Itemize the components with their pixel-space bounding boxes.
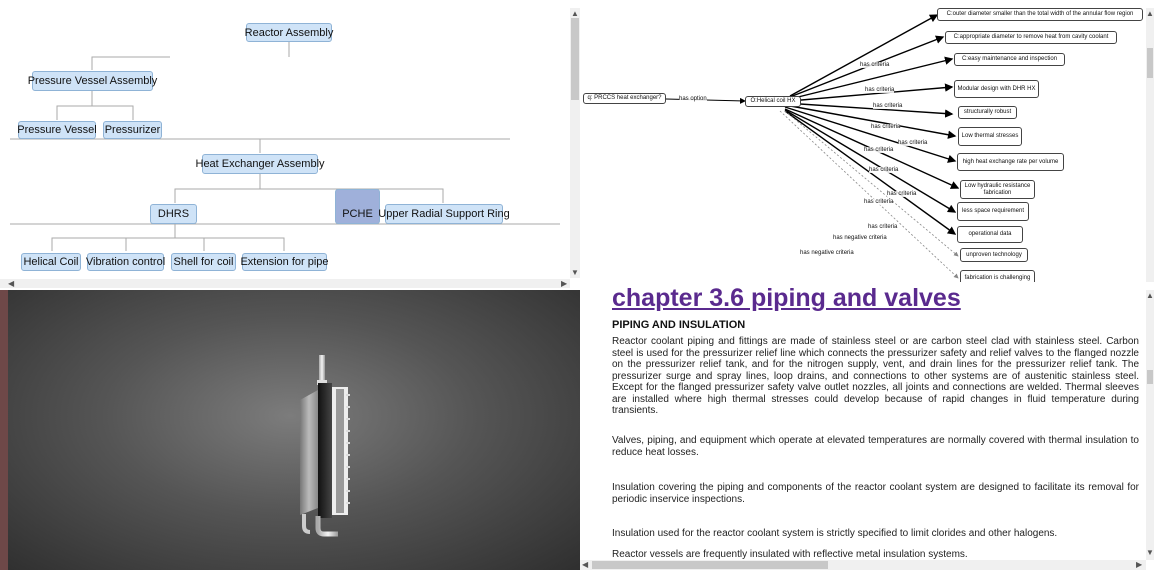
edge-label-has-criteria: has criteria xyxy=(898,140,928,146)
paragraph: Insulation used for the reactor coolant … xyxy=(612,528,1058,539)
edge-label-has-criteria: has criteria xyxy=(869,167,899,173)
scroll-down-arrow-icon[interactable]: ▼ xyxy=(571,268,579,278)
document-panel[interactable]: chapter 3.6 piping and valves PIPING AND… xyxy=(580,282,1154,570)
knowledge-graph-panel[interactable]: q: PRCCS heat exchanger? has option O:He… xyxy=(580,0,1154,290)
document-vertical-scrollbar[interactable] xyxy=(1146,290,1154,560)
edge-label-has-criteria: has criteria xyxy=(860,62,890,68)
paragraph: Reactor vessels are frequently insulated… xyxy=(612,549,968,560)
tree-horizontal-scrollbar[interactable] xyxy=(0,279,570,288)
graph-question-node[interactable]: q: PRCCS heat exchanger? xyxy=(583,93,666,104)
document-horizontal-scrollbar[interactable] xyxy=(580,560,1146,570)
component-tree-panel[interactable]: Reactor Assembly Pressure Vessel Assembl… xyxy=(0,0,580,288)
criteria-node[interactable]: Low hydraulic resistance fabrication xyxy=(960,180,1035,199)
edge-label-has-criteria: has criteria xyxy=(864,199,894,205)
graph-option-node[interactable]: O:Helical coil HX xyxy=(745,96,801,107)
tree-node-pche[interactable]: PCHE xyxy=(335,189,380,224)
tree-node-pressure-vessel[interactable]: Pressure Vessel xyxy=(17,121,97,139)
scroll-up-arrow-icon[interactable]: ▲ xyxy=(1146,9,1154,19)
paragraph: Reactor coolant piping and fittings are … xyxy=(612,336,1139,416)
paragraph: Insulation covering the piping and compo… xyxy=(612,482,1139,505)
chapter-title-link[interactable]: chapter 3.6 piping and valves xyxy=(612,284,961,313)
edge-label-has-negative-criteria: has negative criteria xyxy=(800,250,854,256)
tree-connectors xyxy=(10,42,560,251)
tree-node-pressurizer[interactable]: Pressurizer xyxy=(103,121,162,139)
criteria-node[interactable]: high heat exchange rate per volume xyxy=(957,153,1064,171)
edge-label-has-criteria: has criteria xyxy=(873,103,903,109)
tree-node-pressure-vessel-assembly[interactable]: Pressure Vessel Assembly xyxy=(28,71,157,91)
criteria-node[interactable]: operational data xyxy=(957,226,1023,243)
scroll-up-arrow-icon[interactable]: ▲ xyxy=(571,9,579,19)
heat-exchanger-3d-model[interactable] xyxy=(0,290,580,570)
criteria-node[interactable]: structurally robust xyxy=(958,106,1017,119)
criteria-node[interactable]: Low thermal stresses xyxy=(958,127,1022,146)
tree-node-reactor-assembly[interactable]: Reactor Assembly xyxy=(245,23,333,42)
scroll-down-arrow-icon[interactable]: ▼ xyxy=(1146,548,1154,558)
tree-node-dhrs[interactable]: DHRS xyxy=(150,204,197,224)
criteria-node[interactable]: less space requirement xyxy=(957,202,1029,221)
scroll-up-arrow-icon[interactable]: ▲ xyxy=(1146,291,1154,301)
edge-label-has-criteria: has criteria xyxy=(871,124,901,130)
tree-node-upper-radial-support-ring[interactable]: Upper Radial Support Ring xyxy=(378,204,510,224)
edge-label-has-criteria: has criteria xyxy=(868,224,898,230)
edge-label-has-negative-criteria: has negative criteria xyxy=(833,235,887,241)
scroll-left-arrow-icon[interactable]: ◀ xyxy=(8,279,14,288)
tree-vertical-scrollbar[interactable] xyxy=(570,8,580,278)
edge-label-has-option: has option xyxy=(679,96,707,102)
edge-label-has-criteria: has criteria xyxy=(865,87,895,93)
criteria-node[interactable]: Modular design with DHR HX xyxy=(954,80,1039,98)
tree-node-shell-for-coil[interactable]: Shell for coil xyxy=(171,253,236,271)
tree-node-vibration-control[interactable]: Vibration control xyxy=(86,253,165,271)
negative-criteria-node[interactable]: unproven technology xyxy=(960,248,1028,262)
paragraph: Valves, piping, and equipment which oper… xyxy=(612,435,1139,458)
criteria-node[interactable]: C:outer diameter smaller than the total … xyxy=(937,8,1143,21)
scroll-right-arrow-icon[interactable]: ▶ xyxy=(561,279,567,288)
criteria-node[interactable]: C:appropriate diameter to remove heat fr… xyxy=(945,31,1117,44)
tree-node-helical-coil[interactable]: Helical Coil xyxy=(21,253,81,271)
3d-model-viewer[interactable] xyxy=(0,290,580,570)
tree-node-extension-for-pipe[interactable]: Extension for pipe xyxy=(240,253,329,271)
section-heading: PIPING AND INSULATION xyxy=(612,319,746,331)
edge-label-has-criteria: has criteria xyxy=(864,147,894,153)
criteria-node[interactable]: C:easy maintenance and inspection xyxy=(954,53,1065,66)
graph-vertical-scrollbar[interactable] xyxy=(1146,8,1154,283)
scroll-right-arrow-icon[interactable]: ▶ xyxy=(1136,560,1142,570)
scroll-left-arrow-icon[interactable]: ◀ xyxy=(582,560,588,570)
edge-label-has-criteria: has criteria xyxy=(887,191,917,197)
tree-node-heat-exchanger-assembly[interactable]: Heat Exchanger Assembly xyxy=(196,154,325,174)
